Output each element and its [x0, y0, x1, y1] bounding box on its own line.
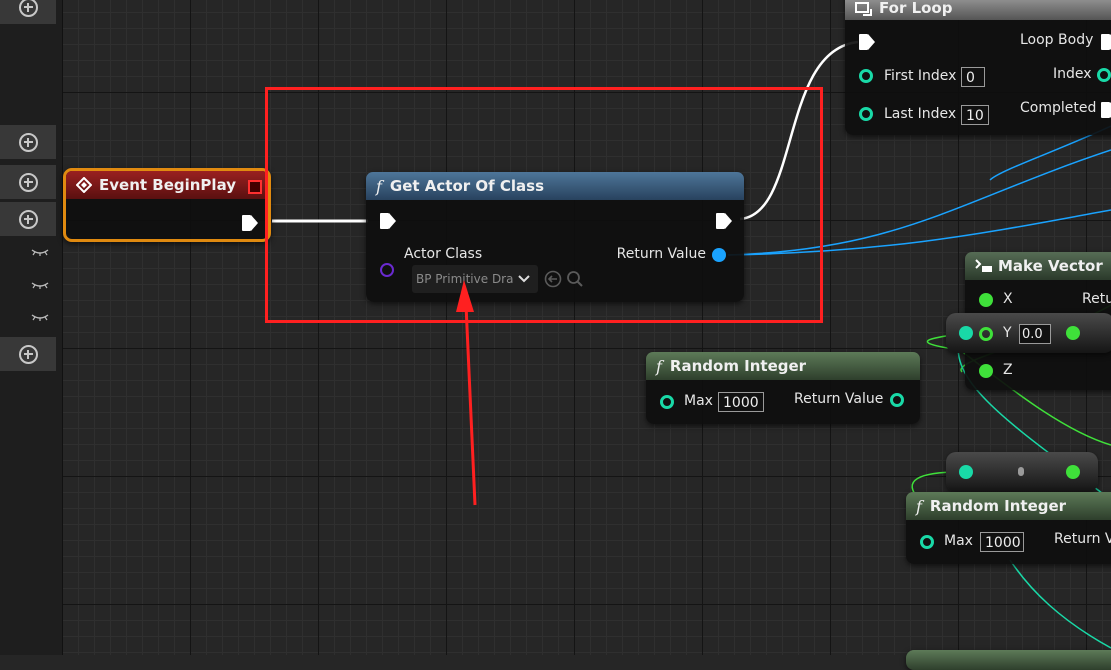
node-random-integer[interactable]: f Random Integer Max 1000 Return V — [906, 492, 1111, 564]
node-title: Event BeginPlay — [99, 176, 237, 194]
z-label: Z — [1003, 362, 1013, 378]
return-value-label: Return Value — [794, 391, 884, 407]
max-pin[interactable] — [660, 395, 674, 409]
node-int-to-float-convert-2[interactable] — [946, 452, 1098, 492]
completed-label: Completed — [1020, 100, 1097, 116]
last-index-pin[interactable] — [859, 107, 873, 121]
max-label: Max — [684, 393, 713, 409]
max-pin[interactable] — [920, 535, 934, 549]
event-diamond-icon — [76, 177, 92, 193]
int-wire — [1009, 559, 1111, 649]
index-label: Index — [1053, 66, 1092, 82]
node-header: Event BeginPlay — [66, 171, 268, 199]
x-label: X — [1003, 291, 1013, 307]
loop-body-label: Loop Body — [1020, 32, 1094, 48]
make-struct-icon — [975, 259, 992, 272]
float-output-pin[interactable] — [1066, 465, 1080, 479]
y-label: Y — [1003, 325, 1012, 341]
convert-dot-icon — [1018, 467, 1024, 476]
z-pin[interactable] — [979, 364, 993, 378]
index-pin[interactable] — [1097, 68, 1111, 82]
y-pin[interactable] — [979, 327, 993, 341]
node-title: Make Vector — [998, 257, 1103, 275]
int-input-pin[interactable] — [959, 465, 973, 479]
annotation-highlight-box — [265, 87, 823, 323]
first-index-label: First Index — [884, 68, 957, 84]
node-title: For Loop — [879, 0, 953, 17]
node-random-integer[interactable]: f Random Integer Max 1000 Return Value — [646, 352, 920, 424]
node-header: f Random Integer — [906, 492, 1111, 520]
node-event-begin-play[interactable]: Event BeginPlay — [63, 168, 271, 242]
macro-icon — [855, 2, 872, 16]
first-index-pin[interactable] — [859, 69, 873, 83]
return-value-label: Return V — [1054, 531, 1111, 547]
max-label: Max — [944, 533, 973, 549]
last-index-label: Last Index — [884, 106, 957, 122]
float-output-pin[interactable] — [1066, 326, 1080, 340]
return-label: Retu — [1082, 291, 1111, 307]
node-partial[interactable] — [906, 650, 1111, 670]
node-header: For Loop — [845, 0, 1111, 20]
node-header: f Random Integer — [646, 352, 920, 380]
return-value-pin[interactable] — [890, 393, 904, 407]
function-icon: f — [916, 496, 922, 516]
node-for-loop[interactable]: For Loop Loop Body First Index 0 Index L… — [845, 0, 1111, 135]
first-index-input[interactable]: 0 — [961, 67, 985, 87]
function-icon: f — [656, 356, 662, 376]
last-index-input[interactable]: 10 — [961, 105, 989, 125]
node-title: Random Integer — [929, 497, 1067, 515]
int-input-pin[interactable] — [959, 326, 973, 340]
max-input[interactable]: 1000 — [980, 532, 1024, 552]
delegate-pin[interactable] — [248, 180, 262, 194]
node-header: Make Vector — [965, 252, 1111, 280]
max-input[interactable]: 1000 — [718, 392, 764, 412]
node-title: Random Integer — [669, 357, 807, 375]
y-input[interactable]: 0.0 — [1019, 324, 1051, 344]
x-pin[interactable] — [979, 293, 993, 307]
node-int-to-float-convert[interactable]: Y 0.0 — [946, 313, 1111, 353]
